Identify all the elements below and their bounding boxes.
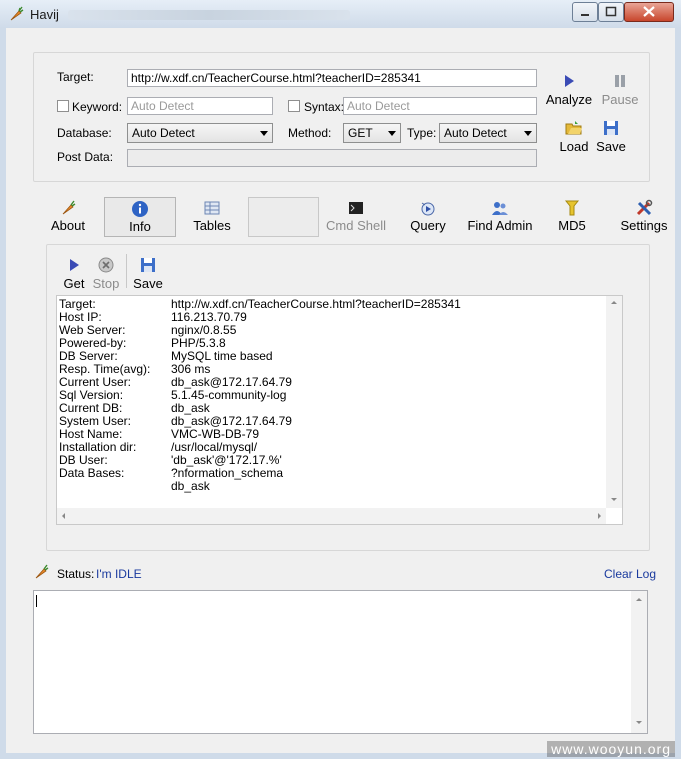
query-icon xyxy=(419,199,437,217)
chevron-down-icon xyxy=(260,131,268,136)
status-label: Status: xyxy=(57,567,95,581)
type-select-value: Auto Detect xyxy=(444,126,507,140)
stop-button[interactable]: Stop xyxy=(92,256,120,291)
folder-open-icon xyxy=(565,119,583,137)
info-icon xyxy=(131,200,149,218)
carrot-icon xyxy=(59,199,77,217)
title-redacted-area xyxy=(68,10,350,20)
load-button[interactable]: Load xyxy=(556,119,592,154)
horizontal-scrollbar[interactable] xyxy=(57,508,606,524)
pause-icon xyxy=(611,72,629,90)
chevron-down-icon xyxy=(388,131,396,136)
type-select[interactable]: Auto Detect xyxy=(439,123,537,143)
post-data-label: Post Data: xyxy=(57,150,114,164)
play-icon xyxy=(560,72,578,90)
target-input[interactable]: http://w.xdf.cn/TeacherCourse.html?teach… xyxy=(127,69,537,87)
keyword-input[interactable]: Auto Detect xyxy=(127,97,273,115)
title-bar[interactable]: Havij xyxy=(0,0,681,29)
keyword-checkbox[interactable] xyxy=(57,100,69,112)
terminal-icon xyxy=(347,199,365,217)
tab-settings[interactable]: Settings xyxy=(618,197,670,237)
window-title: Havij xyxy=(30,7,59,22)
close-icon xyxy=(643,6,655,17)
status-value: I'm IDLE xyxy=(96,567,142,581)
table-icon xyxy=(203,199,221,217)
key-icon xyxy=(563,199,581,217)
floppy-disk-icon xyxy=(139,256,157,274)
pause-button[interactable]: Pause xyxy=(598,72,642,107)
tab-empty[interactable] xyxy=(248,197,319,237)
clear-log-link[interactable]: Clear Log xyxy=(604,567,656,581)
tab-about[interactable]: About xyxy=(44,197,92,237)
carrot-icon xyxy=(35,564,49,579)
close-button[interactable] xyxy=(624,2,674,22)
post-data-input[interactable] xyxy=(127,149,537,167)
syntax-checkbox[interactable] xyxy=(288,100,300,112)
database-select[interactable]: Auto Detect xyxy=(127,123,273,143)
chevron-down-icon xyxy=(524,131,532,136)
stop-icon xyxy=(97,256,115,274)
log-output[interactable] xyxy=(33,590,648,734)
floppy-disk-icon xyxy=(602,119,620,137)
scroll-arrows-icon xyxy=(636,598,642,724)
watermark: www.wooyun.org xyxy=(547,741,675,757)
database-label: Database: xyxy=(57,126,112,140)
minimize-button[interactable] xyxy=(572,2,598,22)
get-button[interactable]: Get xyxy=(62,256,86,291)
text-cursor xyxy=(36,595,37,607)
save-info-button[interactable]: Save xyxy=(133,256,163,291)
scroll-arrows-icon xyxy=(611,301,617,501)
maximize-button[interactable] xyxy=(598,2,624,22)
tools-icon xyxy=(635,199,653,217)
analyze-button[interactable]: Analyze xyxy=(544,72,594,107)
database-select-value: Auto Detect xyxy=(132,126,195,140)
users-icon xyxy=(491,199,509,217)
method-select[interactable]: GET xyxy=(343,123,401,143)
type-label: Type: xyxy=(407,126,437,140)
method-label: Method: xyxy=(288,126,332,140)
tab-find-admin[interactable]: Find Admin xyxy=(464,197,536,237)
tab-cmd-shell[interactable]: Cmd Shell xyxy=(324,197,388,237)
syntax-input[interactable]: Auto Detect xyxy=(343,97,537,115)
log-vertical-scrollbar[interactable] xyxy=(631,591,647,733)
target-label: Target: xyxy=(57,70,94,84)
tab-tables[interactable]: Tables xyxy=(184,197,240,237)
maximize-icon xyxy=(605,6,617,17)
syntax-label: Syntax: xyxy=(304,100,345,114)
save-config-button[interactable]: Save xyxy=(594,119,628,154)
scroll-arrows-h-icon xyxy=(62,513,601,519)
minimize-icon xyxy=(581,14,589,16)
play-icon xyxy=(65,256,83,274)
tab-info[interactable]: Info xyxy=(104,197,176,237)
toolbar-separator xyxy=(126,254,127,288)
vertical-scrollbar[interactable] xyxy=(606,296,622,508)
keyword-label: Keyword: xyxy=(72,100,123,114)
carrot-icon xyxy=(10,6,24,21)
tab-md5[interactable]: MD5 xyxy=(552,197,592,237)
method-select-value: GET xyxy=(348,126,373,140)
tab-query[interactable]: Query xyxy=(404,197,452,237)
